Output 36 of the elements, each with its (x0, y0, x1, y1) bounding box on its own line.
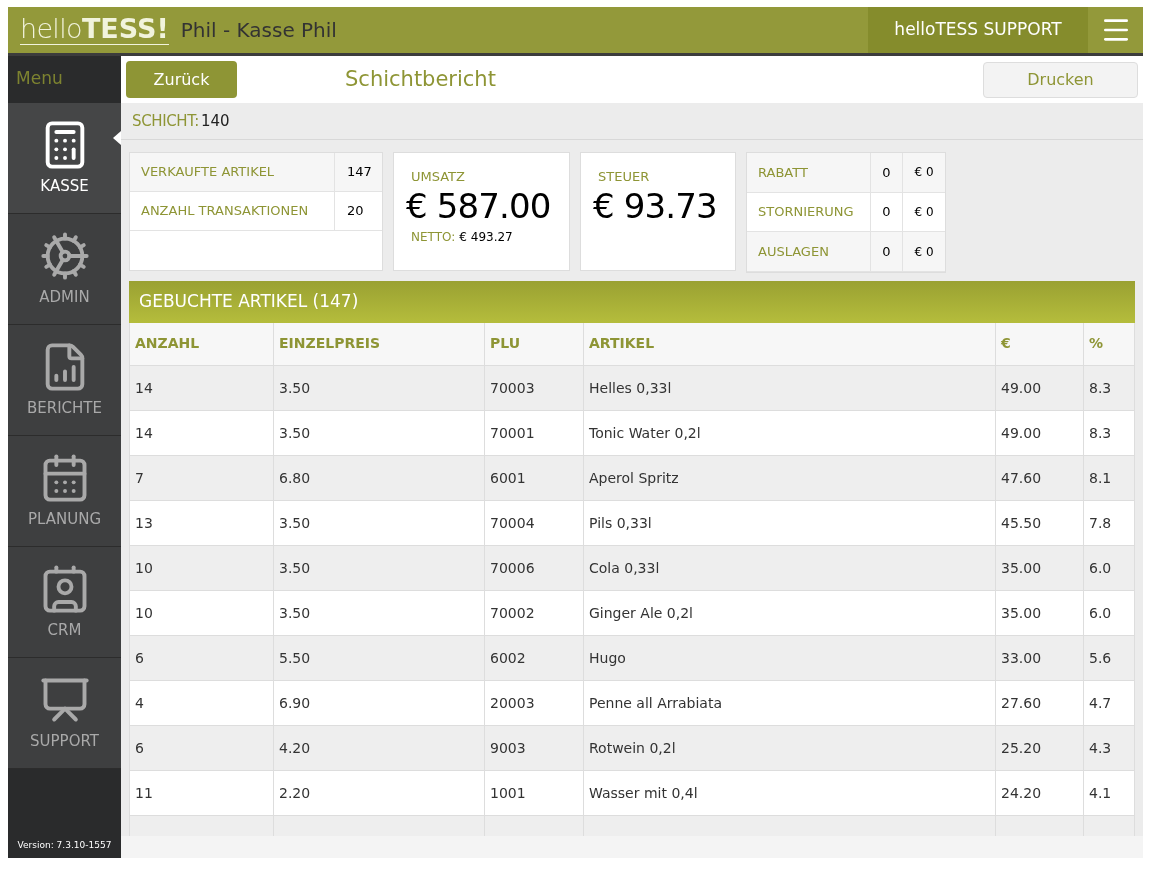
logo: helloTESS! (20, 15, 169, 45)
shift-value: 140 (201, 110, 230, 132)
menu-label: Menu (8, 56, 121, 103)
sidebar-item[interactable]: KASSE (8, 103, 121, 214)
adjustment-count: 0 (871, 153, 903, 192)
window-title: Phil - Kasse Phil (180, 17, 337, 44)
sidebar-item[interactable]: PLANUNG (8, 436, 121, 547)
net-label: NETTO: (411, 228, 456, 246)
sidebar-item[interactable]: ADMIN (8, 214, 121, 325)
shift-label: SCHICHT: (132, 110, 200, 132)
sidebar-item[interactable]: CRM (8, 547, 121, 658)
revenue-label: UMSATZ (410, 168, 466, 186)
adjustment-amount: € 0 (913, 204, 935, 221)
stat-value: 20 (346, 202, 365, 221)
back-button[interactable]: Zurück (126, 61, 237, 98)
adjustment-count: 0 (871, 192, 903, 232)
tax-label: STEUER (597, 168, 651, 186)
support-button[interactable]: helloTESS SUPPORT (868, 7, 1088, 53)
adjustment-amount: € 0 (913, 243, 935, 261)
tax-value: € 93.73 (593, 186, 718, 225)
adjustment-label: RABATT (747, 153, 871, 192)
stat-value: 147 (346, 163, 373, 182)
revenue-value: € 587.00 (406, 186, 552, 225)
net-value: € 493.27 (459, 228, 513, 246)
selection-pointer-icon (113, 131, 121, 145)
section-header: GEBUCHTE ARTIKEL (147) (129, 281, 1135, 323)
adjustment-amount: € 0 (913, 164, 935, 182)
page-title: Schichtbericht (345, 65, 497, 93)
adjustment-label: STORNIERUNG (747, 192, 871, 232)
stat-label: VERKAUFTE ARTIKEL (130, 153, 335, 191)
print-button[interactable]: Drucken (983, 61, 1138, 98)
version-label: Version: 7.3.10-1557 (17, 838, 112, 852)
adjustment-count: 0 (871, 232, 903, 271)
sidebar-item[interactable]: BERICHTE (8, 325, 121, 436)
stat-label: ANZAHL TRANSAKTIONEN (130, 192, 335, 230)
adjustment-label: AUSLAGEN (747, 232, 871, 271)
